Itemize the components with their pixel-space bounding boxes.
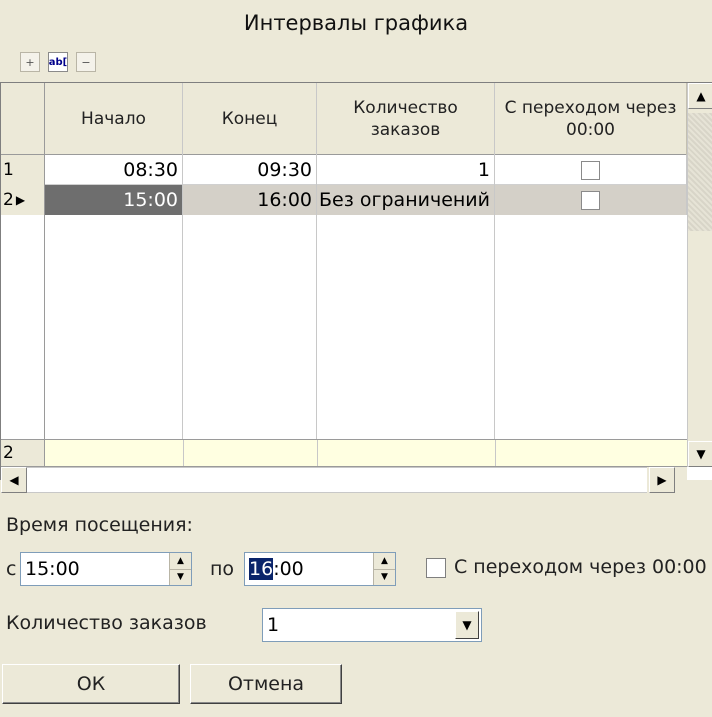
add-row-icon[interactable]: + — [20, 52, 40, 72]
column-line — [45, 83, 183, 439]
cell-start[interactable]: 15:00 — [45, 185, 183, 215]
scroll-up-icon[interactable]: ▲ — [688, 83, 712, 109]
delete-row-icon[interactable]: − — [76, 52, 96, 72]
scroll-thumb[interactable] — [688, 231, 712, 441]
toolbar: + ab[ − — [0, 46, 712, 78]
cell-end[interactable]: 16:00 — [183, 185, 317, 215]
dropdown-arrow-icon[interactable]: ▼ — [455, 611, 479, 639]
cross-midnight-checkbox[interactable] — [426, 558, 446, 578]
cell-cross[interactable] — [495, 155, 687, 185]
cell-cross[interactable] — [495, 185, 687, 215]
to-spinner[interactable]: ▲ ▼ — [373, 553, 395, 585]
current-row-icon: ▶ — [15, 193, 26, 207]
row-number: 2 ▶ — [1, 185, 45, 215]
interval-edit-panel: Время посещения: с 15:00 ▲ ▼ по 16:00 ▲ … — [0, 500, 712, 717]
cell-orders[interactable]: 1 — [317, 155, 495, 185]
cross-checkbox[interactable] — [581, 160, 600, 180]
grid-footer-row: 2 — [1, 439, 687, 467]
spin-down-icon[interactable]: ▼ — [170, 570, 191, 586]
scroll-track[interactable] — [688, 113, 712, 231]
scroll-left-icon[interactable]: ◀ — [1, 467, 27, 493]
cross-midnight-label: С переходом через 00:00 — [454, 556, 707, 578]
intervals-grid: Начало Конец Количество заказов С перехо… — [0, 82, 712, 493]
edit-text-icon[interactable]: ab[ — [48, 52, 68, 72]
cell-end[interactable]: 09:30 — [183, 155, 317, 185]
from-time-value: 15:00 — [25, 558, 80, 580]
cell-start[interactable]: 08:30 — [45, 155, 183, 185]
column-line — [317, 83, 495, 439]
ok-button[interactable]: ОК — [2, 664, 180, 704]
orders-count-label: Количество заказов — [6, 612, 207, 634]
cell-orders[interactable]: Без ограничений — [317, 185, 495, 215]
column-line — [183, 83, 317, 439]
horizontal-track[interactable] — [27, 467, 647, 493]
spin-down-icon[interactable]: ▼ — [374, 570, 395, 586]
table-row[interactable]: 2 ▶ 15:00 16:00 Без ограничений — [1, 185, 687, 215]
row-header-strip — [1, 83, 45, 439]
window-title: Интервалы графика — [0, 0, 712, 46]
table-row[interactable]: 1 08:30 09:30 1 — [1, 155, 687, 185]
visit-time-label: Время посещения: — [6, 514, 193, 536]
to-label: по — [210, 558, 235, 580]
spin-up-icon[interactable]: ▲ — [170, 553, 191, 570]
horizontal-scrollbar[interactable]: ◀ ▶ — [1, 467, 687, 493]
vertical-scrollbar[interactable]: ▲ ▼ — [687, 83, 712, 467]
cancel-button[interactable]: Отмена — [190, 664, 342, 704]
to-time-selected: 16 — [249, 558, 274, 580]
row-number: 1 — [1, 155, 45, 185]
footer-row-number: 2 — [1, 440, 45, 466]
from-label: с — [6, 558, 17, 580]
from-spinner[interactable]: ▲ ▼ — [169, 553, 191, 585]
from-time-field[interactable]: 15:00 ▲ ▼ — [20, 552, 192, 586]
cross-checkbox[interactable] — [581, 190, 600, 210]
scroll-right-icon[interactable]: ▶ — [649, 467, 675, 493]
to-time-rest: :00 — [273, 558, 304, 580]
orders-count-value: 1 — [267, 614, 280, 636]
orders-count-select[interactable]: 1 ▼ — [262, 608, 482, 642]
spin-up-icon[interactable]: ▲ — [374, 553, 395, 570]
column-header-cross[interactable]: С переходом через 00:00 — [495, 83, 687, 155]
scroll-down-icon[interactable]: ▼ — [688, 441, 712, 467]
to-time-field[interactable]: 16:00 ▲ ▼ — [244, 552, 396, 586]
